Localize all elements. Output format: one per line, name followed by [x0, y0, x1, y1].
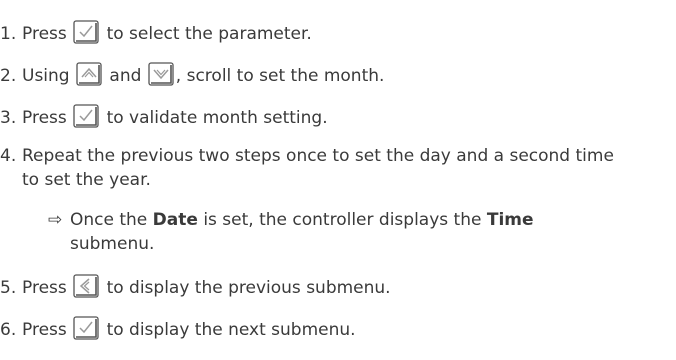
step-number: 3. — [0, 108, 17, 128]
step-4: 4. Repeat the previous two steps once to … — [0, 146, 614, 166]
instruction-page: { "steps": [ { "num": "1.", "pre": "Pres… — [0, 0, 676, 360]
step-text-post: , scroll to set the month. — [175, 66, 385, 86]
up-arrow-key-icon — [76, 62, 102, 86]
step-4-result-continuation: submenu. — [70, 234, 630, 254]
step-3: 3. Press to validate month setting. — [0, 104, 328, 128]
step-text-post: to select the parameter. — [106, 24, 312, 44]
step-text-line2: to set the year. — [22, 170, 151, 190]
step-text-post: to display the next submenu. — [106, 320, 356, 340]
result-text-2: is set, the controller displays the — [203, 210, 482, 230]
step-text-post: to validate month setting. — [106, 108, 328, 128]
step-text-pre: Press — [22, 320, 67, 340]
step-4-result: ⇨ Once the Date is set, the controller di… — [48, 210, 608, 230]
step-text-pre: Press — [22, 108, 67, 128]
step-4-continuation: to set the year. — [22, 170, 151, 190]
result-bold-date: Date — [152, 210, 198, 230]
step-number: 6. — [0, 320, 17, 340]
step-text-pre: Using — [22, 66, 70, 86]
down-arrow-key-icon — [148, 62, 174, 86]
result-arrow-icon: ⇨ — [48, 210, 63, 230]
step-6: 6. Press to display the next submenu. — [0, 316, 356, 340]
step-text-mid: and — [109, 66, 142, 86]
checkmark-key-icon — [73, 316, 99, 340]
step-number: 2. — [0, 66, 17, 86]
step-text-line1: Repeat the previous two steps once to se… — [22, 146, 614, 166]
step-1: 1. Press to select the parameter. — [0, 20, 312, 44]
step-number: 5. — [0, 278, 17, 298]
step-5: 5. Press to display the previous submenu. — [0, 274, 391, 298]
result-line2: submenu. — [70, 234, 155, 254]
step-text-pre: Press — [22, 24, 67, 44]
left-arrow-key-icon — [73, 274, 99, 298]
step-number: 1. — [0, 24, 17, 44]
step-2: 2. Using and , scroll to set the month. — [0, 62, 384, 86]
result-bold-time: Time — [486, 210, 534, 230]
checkmark-key-icon — [73, 104, 99, 128]
step-text-pre: Press — [22, 278, 67, 298]
result-text-1: Once the — [70, 210, 148, 230]
step-text-post: to display the previous submenu. — [106, 278, 391, 298]
checkmark-key-icon — [73, 20, 99, 44]
step-number: 4. — [0, 146, 17, 166]
